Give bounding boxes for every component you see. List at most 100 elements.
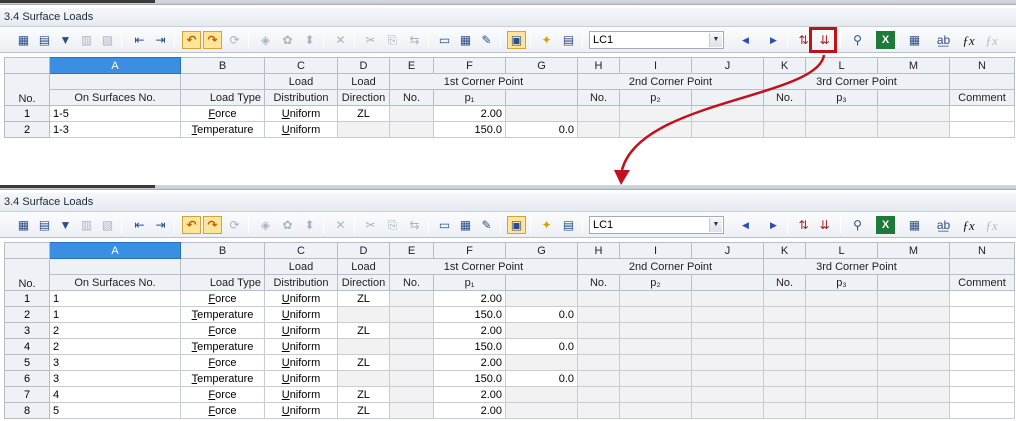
m-value-cell[interactable] bbox=[877, 121, 950, 138]
corner3-no-cell[interactable] bbox=[763, 386, 806, 403]
column-header-n[interactable]: N bbox=[949, 242, 1015, 259]
corner3-no-cell[interactable] bbox=[763, 322, 806, 339]
j-value-cell[interactable] bbox=[691, 386, 764, 403]
surfaces-cell[interactable]: 1 bbox=[49, 306, 181, 323]
p2-value-cell[interactable] bbox=[619, 306, 692, 323]
load-direction-cell[interactable] bbox=[337, 338, 390, 355]
corner2-no-cell[interactable] bbox=[577, 386, 620, 403]
corner3-no-cell[interactable] bbox=[763, 306, 806, 323]
load-type-cell[interactable]: Force bbox=[180, 354, 265, 371]
load-direction-cell[interactable]: ZL bbox=[337, 322, 390, 339]
p1-value-cell[interactable]: 150.0 bbox=[433, 121, 506, 138]
column-header-d[interactable]: D bbox=[337, 57, 390, 74]
open-icon-2[interactable]: ▤ bbox=[559, 216, 578, 234]
find-replace-icon-2[interactable]: a͟b bbox=[934, 216, 953, 234]
p2-value-cell[interactable] bbox=[619, 290, 692, 307]
table-row[interactable]: 1 1 Force Uniform ZL 2.00 bbox=[4, 290, 1015, 307]
column-header-m[interactable]: M bbox=[877, 57, 950, 74]
column-header-k[interactable]: K bbox=[763, 57, 806, 74]
load-distribution-cell[interactable]: Uniform bbox=[264, 121, 338, 138]
load-direction-cell[interactable]: ZL bbox=[337, 402, 390, 419]
corner1-no-cell[interactable] bbox=[389, 290, 434, 307]
excel-icon-2[interactable]: X bbox=[876, 216, 895, 234]
load-distribution-cell[interactable]: Uniform bbox=[264, 370, 338, 387]
previous-icon[interactable]: ◀ bbox=[736, 31, 755, 49]
comment-cell[interactable] bbox=[949, 306, 1015, 323]
settings-icon[interactable]: ✿ bbox=[278, 31, 297, 49]
p3-value-cell[interactable] bbox=[805, 322, 878, 339]
p3-value-cell[interactable] bbox=[805, 402, 878, 419]
load-distribution-cell[interactable]: Uniform bbox=[264, 386, 338, 403]
column-header-l[interactable]: L bbox=[805, 57, 878, 74]
p2-value-cell[interactable] bbox=[619, 354, 692, 371]
p2-value-cell[interactable] bbox=[619, 338, 692, 355]
columns-icon-2[interactable]: ▭ bbox=[435, 216, 454, 234]
load-type-cell[interactable]: Force bbox=[180, 386, 265, 403]
move-left-icon[interactable]: ⇤ bbox=[130, 31, 149, 49]
g-value-cell[interactable]: 0.0 bbox=[505, 370, 578, 387]
surfaces-cell[interactable]: 1-5 bbox=[49, 105, 181, 122]
corner2-no-cell[interactable] bbox=[577, 306, 620, 323]
j-value-cell[interactable] bbox=[691, 402, 764, 419]
column-header-i[interactable]: I bbox=[619, 242, 692, 259]
corner3-no-cell[interactable] bbox=[763, 402, 806, 419]
previous-icon-2[interactable]: ◀ bbox=[736, 216, 755, 234]
column-header-e[interactable]: E bbox=[389, 57, 434, 74]
column-header-b[interactable]: B bbox=[180, 242, 265, 259]
corner2-no-cell[interactable] bbox=[577, 370, 620, 387]
corner2-no-cell[interactable] bbox=[577, 121, 620, 138]
table-icon-2[interactable]: ▦ bbox=[456, 216, 475, 234]
insert-row-icon[interactable]: ▤ bbox=[35, 31, 54, 49]
corner3-no-cell[interactable] bbox=[763, 121, 806, 138]
chart-icon-2[interactable]: ▥ bbox=[77, 216, 96, 234]
table-row[interactable]: 8 5 Force Uniform ZL 2.00 bbox=[4, 402, 1015, 419]
load-distribution-cell[interactable]: Uniform bbox=[264, 290, 338, 307]
calculator-icon[interactable]: ▦ bbox=[905, 31, 924, 49]
corner2-no-cell[interactable] bbox=[577, 338, 620, 355]
corner1-no-cell[interactable] bbox=[389, 354, 434, 371]
table-row[interactable]: 7 4 Force Uniform ZL 2.00 bbox=[4, 386, 1015, 403]
info-icon-2[interactable]: ⬍ bbox=[300, 216, 319, 234]
corner2-no-cell[interactable] bbox=[577, 354, 620, 371]
filter-icon[interactable]: ▼ bbox=[56, 31, 75, 49]
j-value-cell[interactable] bbox=[691, 290, 764, 307]
undo-icon[interactable]: ↶ bbox=[182, 31, 201, 49]
table-row[interactable]: 4 2 Temperature Uniform 150.0 0.0 bbox=[4, 338, 1015, 355]
column-header-a[interactable]: A bbox=[49, 242, 181, 259]
p1-value-cell[interactable]: 150.0 bbox=[433, 306, 506, 323]
split-icon-2[interactable]: ⇅ bbox=[794, 216, 813, 234]
view-icon-2[interactable]: ▣ bbox=[507, 216, 526, 234]
paste-icon-2[interactable]: ⇆ bbox=[405, 216, 424, 234]
j-value-cell[interactable] bbox=[691, 121, 764, 138]
corner1-no-cell[interactable] bbox=[389, 306, 434, 323]
comment-cell[interactable] bbox=[949, 322, 1015, 339]
comment-cell[interactable] bbox=[949, 290, 1015, 307]
p3-value-cell[interactable] bbox=[805, 338, 878, 355]
p2-value-cell[interactable] bbox=[619, 121, 692, 138]
j-value-cell[interactable] bbox=[691, 338, 764, 355]
g-value-cell[interactable] bbox=[505, 402, 578, 419]
find-replace-icon[interactable]: a͟b bbox=[934, 31, 953, 49]
j-value-cell[interactable] bbox=[691, 354, 764, 371]
columns-icon[interactable]: ▭ bbox=[435, 31, 454, 49]
chevron-down-icon[interactable]: ▼ bbox=[709, 33, 722, 47]
p2-value-cell[interactable] bbox=[619, 370, 692, 387]
view-icon[interactable]: ▣ bbox=[507, 31, 526, 49]
function-off-icon[interactable]: ƒx bbox=[982, 31, 1001, 49]
column-header-e[interactable]: E bbox=[389, 242, 434, 259]
filter-icon-2[interactable]: ▼ bbox=[56, 216, 75, 234]
column-header-d[interactable]: D bbox=[337, 242, 390, 259]
corner1-no-cell[interactable] bbox=[389, 338, 434, 355]
column-header-c[interactable]: C bbox=[264, 57, 338, 74]
expand-rows-icon-2[interactable]: ⇊ bbox=[815, 216, 834, 234]
load-direction-cell[interactable]: ZL bbox=[337, 386, 390, 403]
function-icon-2[interactable]: ƒx bbox=[959, 216, 978, 234]
table-view-icon-2[interactable]: ▦ bbox=[14, 216, 33, 234]
redo-icon-2[interactable]: ↷ bbox=[203, 216, 222, 234]
load-type-cell[interactable]: Temperature bbox=[180, 121, 265, 138]
p2-value-cell[interactable] bbox=[619, 105, 692, 122]
m-value-cell[interactable] bbox=[877, 290, 950, 307]
column-header-l[interactable]: L bbox=[805, 242, 878, 259]
link-icon-2[interactable]: ⚲ bbox=[848, 216, 867, 234]
load-case-select-2[interactable]: LC1 ▼ bbox=[589, 216, 724, 234]
